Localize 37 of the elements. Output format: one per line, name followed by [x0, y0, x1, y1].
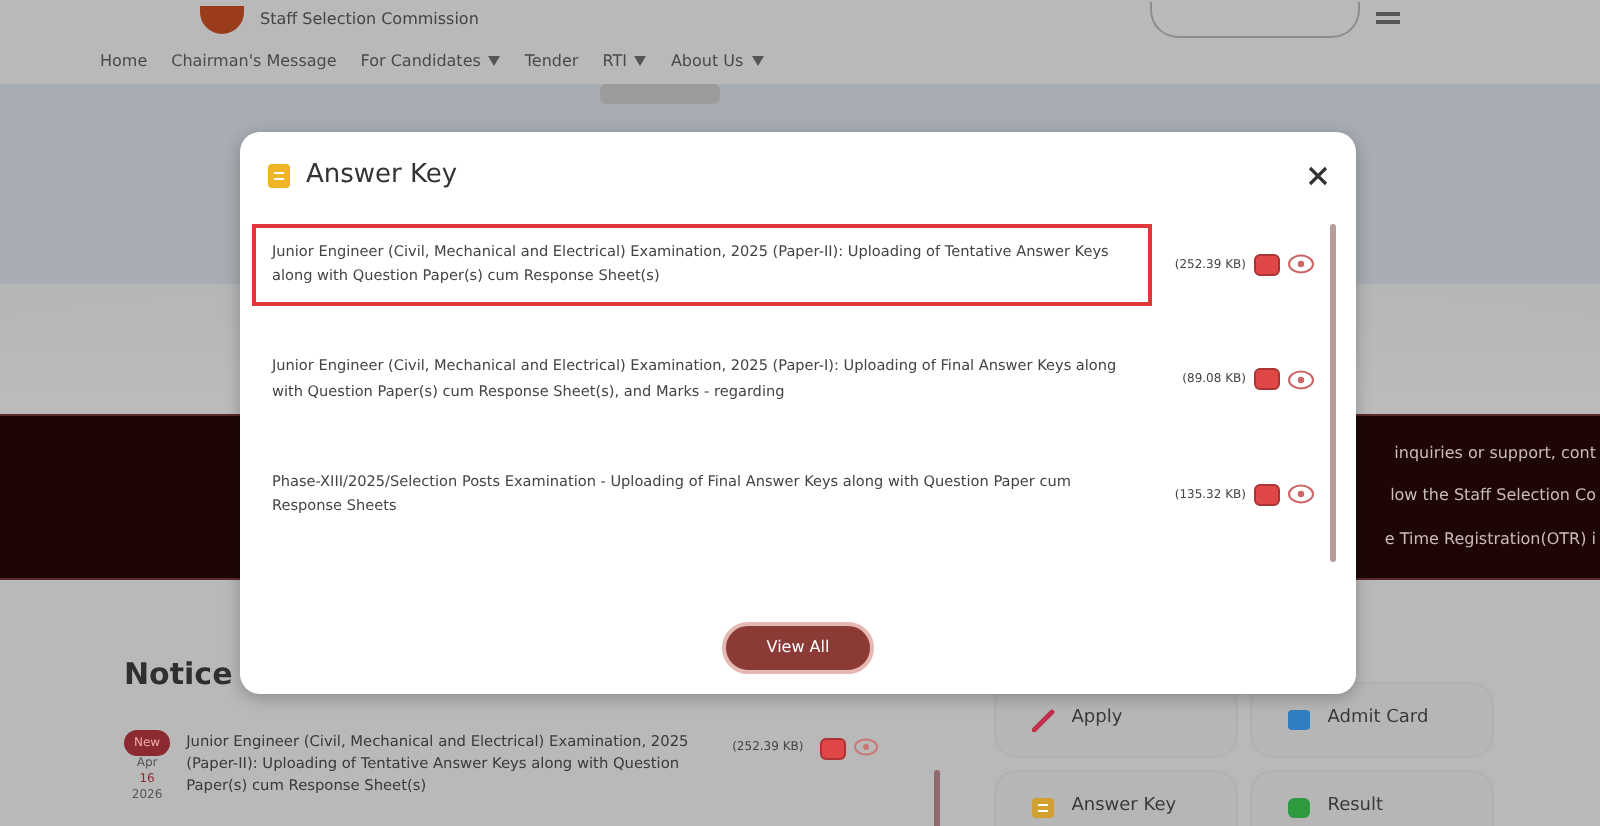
- pdf-icon[interactable]: [1254, 253, 1280, 276]
- nav-link[interactable]: Chairman's Message: [171, 50, 337, 74]
- modal-title: Answer Key: [306, 158, 458, 194]
- card-icon: [1287, 708, 1312, 732]
- section-heading: Notice: [124, 654, 235, 696]
- pencil-icon: [1031, 708, 1056, 732]
- close-button[interactable]: [1308, 165, 1328, 186]
- nav-link[interactable]: For Candidates: [360, 50, 501, 74]
- eye-icon: [1288, 369, 1314, 390]
- ticker-text: inquiries or support, cont: [1394, 441, 1596, 466]
- logo-icon: [200, 6, 244, 34]
- quick-link[interactable]: Answer Key: [995, 772, 1236, 826]
- quick-link[interactable]: Admit Card: [1251, 684, 1492, 756]
- pdf-icon[interactable]: [1254, 368, 1280, 391]
- pdf-icon[interactable]: [819, 737, 846, 759]
- nav-link[interactable]: Tender: [524, 50, 579, 74]
- scrollbar[interactable]: [1330, 223, 1336, 561]
- menu-icon: [1376, 10, 1400, 30]
- ticker-text: low the Staff Selection Co: [1390, 484, 1596, 509]
- eye-icon: [1288, 254, 1314, 275]
- document-icon: [268, 163, 290, 188]
- caret-icon: [488, 56, 501, 67]
- caret-icon: [751, 56, 764, 67]
- nav-link[interactable]: Home: [100, 50, 148, 74]
- document-icon: [1031, 796, 1056, 820]
- eye-icon: [1288, 484, 1314, 505]
- ticker-text: e Time Registration(OTR) i: [1384, 528, 1596, 553]
- square-icon: [1287, 796, 1312, 820]
- nav-link[interactable]: RTI: [602, 50, 647, 74]
- search-field[interactable]: [1150, 2, 1360, 38]
- eye-icon: [853, 737, 878, 755]
- quick-link[interactable]: Result: [1251, 772, 1492, 826]
- view-all-button[interactable]: View All: [722, 621, 874, 673]
- site-title: Staff Selection Commission: [260, 8, 479, 32]
- nav-link[interactable]: About Us: [670, 50, 764, 74]
- caret-icon: [634, 56, 647, 67]
- pdf-icon[interactable]: [1254, 483, 1280, 506]
